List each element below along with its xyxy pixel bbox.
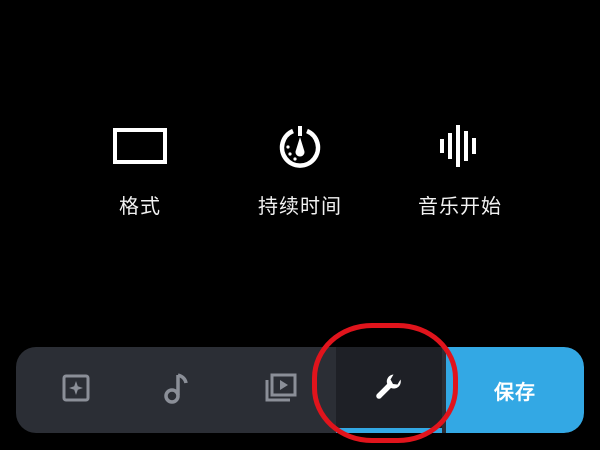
waveform-icon — [428, 120, 492, 172]
video-play-icon — [264, 372, 298, 408]
timer-icon — [268, 120, 332, 172]
option-music-start-label: 音乐开始 — [418, 194, 502, 218]
aspect-ratio-icon — [108, 120, 172, 172]
option-duration-label: 持续时间 — [258, 194, 342, 218]
tool-effects-button[interactable] — [26, 347, 126, 433]
tool-music-button[interactable] — [126, 347, 226, 433]
bottom-toolbar: 保存 — [16, 347, 584, 433]
option-duration[interactable]: 持续时间 — [220, 120, 380, 220]
tool-video-button[interactable] — [231, 347, 331, 433]
active-tab-indicator — [336, 428, 442, 433]
option-music-start[interactable]: 音乐开始 — [380, 120, 540, 220]
option-format-label: 格式 — [119, 194, 161, 218]
sparkle-image-icon — [61, 373, 91, 407]
wrench-icon — [374, 373, 404, 407]
option-format[interactable]: 格式 — [60, 120, 220, 220]
option-grid: 格式 持续时间 音乐开始 — [0, 120, 600, 230]
music-note-icon — [161, 371, 191, 409]
tool-settings-button[interactable] — [336, 347, 442, 433]
save-button[interactable]: 保存 — [446, 347, 584, 433]
